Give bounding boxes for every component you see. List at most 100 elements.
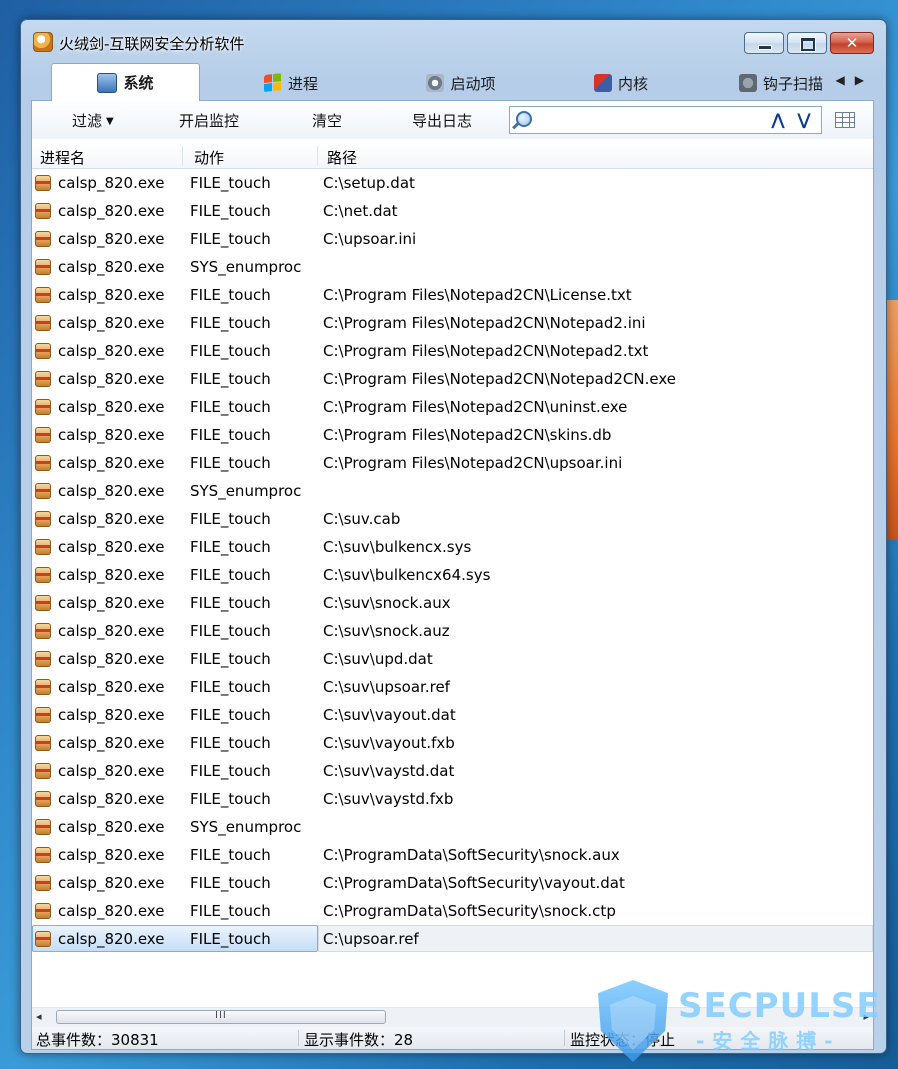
minimize-icon — [758, 45, 772, 50]
process-file-icon — [35, 763, 51, 779]
cell-action: SYS_enumproc — [190, 258, 302, 276]
process-file-icon — [35, 847, 51, 863]
table-row[interactable]: calsp_820.exe FILE_touch C:\Program Files\… — [32, 281, 873, 309]
window-title: 火绒剑-互联网安全分析软件 — [59, 35, 245, 53]
column-divider[interactable] — [182, 146, 183, 166]
table-row[interactable]: calsp_820.exe FILE_touch C:\Program Files\… — [32, 421, 873, 449]
cell-action: FILE_touch — [190, 454, 271, 472]
tab-kernel[interactable]: 内核 — [561, 67, 681, 99]
table-row[interactable]: calsp_820.exe FILE_touch C:\ProgramData\So… — [32, 897, 873, 925]
table-row[interactable]: calsp_820.exe FILE_touch C:\upsoar.ini — [32, 225, 873, 253]
start-monitor-button[interactable]: 开启监控 — [179, 110, 239, 131]
scrollbar-grip-icon: III — [215, 1010, 227, 1021]
table-row[interactable]: calsp_820.exe FILE_touch C:\suv\vayout.dat — [32, 701, 873, 729]
find-next-icon[interactable]: ⋁ — [793, 109, 815, 131]
cell-action: FILE_touch — [190, 874, 271, 892]
table-row[interactable]: calsp_820.exe FILE_touch C:\Program Files\… — [32, 393, 873, 421]
table-row[interactable]: calsp_820.exe FILE_touch C:\suv\bulkencx.s… — [32, 533, 873, 561]
table-row[interactable]: calsp_820.exe FILE_touch C:\net.dat — [32, 197, 873, 225]
cell-path: C:\Program Files\Notepad2CN\Notepad2CN.e… — [323, 370, 676, 388]
process-file-icon — [35, 735, 51, 751]
table-row[interactable]: calsp_820.exe FILE_touch C:\suv\vaystd.dat — [32, 757, 873, 785]
scroll-left-icon[interactable]: ◂ — [36, 1010, 42, 1023]
tab-hook-scan[interactable]: 钩子扫描 — [721, 67, 841, 99]
cell-action: FILE_touch — [190, 902, 271, 920]
status-bar: 总事件数：30831 显示事件数：28 监控状态：停止 — [32, 1027, 873, 1049]
table-row[interactable]: calsp_820.exe SYS_enumproc — [32, 813, 873, 841]
table-row[interactable]: calsp_820.exe FILE_touch C:\ProgramData\So… — [32, 841, 873, 869]
column-header-action[interactable]: 动作 — [194, 147, 224, 168]
cell-process-name: calsp_820.exe — [58, 706, 165, 724]
process-file-icon — [35, 931, 51, 947]
table-row[interactable]: calsp_820.exe FILE_touch C:\suv\bulkencx64… — [32, 561, 873, 589]
tab-bar: 系统 进程 启动项 内核 钩子扫描 ◀▶ — [31, 63, 874, 101]
cell-action: FILE_touch — [190, 678, 271, 696]
table-row[interactable]: calsp_820.exe FILE_touch C:\upsoar.ref — [32, 925, 873, 953]
table-row[interactable]: calsp_820.exe FILE_touch C:\suv\vaystd.fxb — [32, 785, 873, 813]
column-divider[interactable] — [317, 146, 318, 166]
cell-action: FILE_touch — [190, 790, 271, 808]
cell-action: FILE_touch — [190, 398, 271, 416]
table-row[interactable]: calsp_820.exe FILE_touch C:\Program Files\… — [32, 337, 873, 365]
column-settings-icon[interactable] — [835, 112, 855, 128]
table-row[interactable]: calsp_820.exe FILE_touch C:\suv\snock.aux — [32, 589, 873, 617]
process-file-icon — [35, 399, 51, 415]
find-previous-icon[interactable]: ⋀ — [767, 109, 789, 131]
clear-button[interactable]: 清空 — [312, 110, 342, 131]
table-row[interactable]: calsp_820.exe SYS_enumproc — [32, 477, 873, 505]
tab-scroll-arrows[interactable]: ◀▶ — [836, 73, 874, 87]
tab-label: 钩子扫描 — [762, 74, 823, 93]
cell-path: C:\upsoar.ref — [323, 930, 419, 948]
tab-scroll-left-icon[interactable]: ◀ — [836, 73, 855, 87]
table-row[interactable]: calsp_820.exe FILE_touch C:\ProgramData\So… — [32, 869, 873, 897]
process-file-icon — [35, 315, 51, 331]
cell-process-name: calsp_820.exe — [58, 594, 165, 612]
horizontal-scrollbar[interactable]: ◂ III ▸ — [32, 1007, 873, 1028]
cell-process-name: calsp_820.exe — [58, 902, 165, 920]
close-button[interactable]: ✕ — [830, 32, 874, 54]
search-input[interactable] — [538, 110, 762, 132]
cell-action: FILE_touch — [190, 314, 271, 332]
tab-system[interactable]: 系统 — [51, 63, 200, 101]
maximize-button[interactable] — [787, 32, 827, 54]
status-divider — [298, 1030, 299, 1046]
table-row[interactable]: calsp_820.exe FILE_touch C:\setup.dat — [32, 169, 873, 197]
cell-path: C:\suv\bulkencx64.sys — [323, 566, 491, 584]
table-row[interactable]: calsp_820.exe FILE_touch C:\suv\snock.auz — [32, 617, 873, 645]
cell-path: C:\ProgramData\SoftSecurity\snock.aux — [323, 846, 620, 864]
cell-action: FILE_touch — [190, 762, 271, 780]
filter-label: 过滤 — [72, 112, 103, 130]
table-row[interactable]: calsp_820.exe FILE_touch C:\Program Files\… — [32, 365, 873, 393]
process-file-icon — [35, 707, 51, 723]
system-icon — [97, 72, 118, 93]
scrollbar-thumb[interactable]: III — [56, 1010, 386, 1024]
process-file-icon — [35, 595, 51, 611]
title-bar[interactable]: 火绒剑-互联网安全分析软件 ✕ — [21, 20, 886, 64]
export-log-button[interactable]: 导出日志 — [412, 110, 472, 131]
table-row[interactable]: calsp_820.exe SYS_enumproc — [32, 253, 873, 281]
tab-startup[interactable]: 启动项 — [391, 67, 531, 99]
cell-path: C:\suv\bulkencx.sys — [323, 538, 472, 556]
table-row[interactable]: calsp_820.exe FILE_touch C:\suv\upd.dat — [32, 645, 873, 673]
column-header-process[interactable]: 进程名 — [40, 147, 85, 168]
search-icon[interactable] — [516, 111, 532, 127]
cell-process-name: calsp_820.exe — [58, 482, 165, 500]
scroll-right-icon[interactable]: ▸ — [863, 1010, 869, 1023]
cell-path: C:\net.dat — [323, 202, 398, 220]
filter-button[interactable]: 过滤 ▼ — [72, 110, 114, 131]
cell-action: FILE_touch — [190, 734, 271, 752]
table-row[interactable]: calsp_820.exe FILE_touch C:\Program Files\… — [32, 309, 873, 337]
tab-process[interactable]: 进程 — [231, 67, 351, 99]
table-row[interactable]: calsp_820.exe FILE_touch C:\suv\upsoar.ref — [32, 673, 873, 701]
process-file-icon — [35, 651, 51, 667]
cell-process-name: calsp_820.exe — [58, 622, 165, 640]
tab-scroll-right-icon[interactable]: ▶ — [855, 73, 874, 87]
cell-path: C:\suv\snock.aux — [323, 594, 451, 612]
column-header-path[interactable]: 路径 — [327, 147, 357, 168]
minimize-button[interactable] — [744, 32, 784, 54]
cell-path: C:\Program Files\Notepad2CN\upsoar.ini — [323, 454, 623, 472]
process-file-icon — [35, 175, 51, 191]
table-row[interactable]: calsp_820.exe FILE_touch C:\suv.cab — [32, 505, 873, 533]
table-row[interactable]: calsp_820.exe FILE_touch C:\suv\vayout.fxb — [32, 729, 873, 757]
table-row[interactable]: calsp_820.exe FILE_touch C:\Program Files\… — [32, 449, 873, 477]
